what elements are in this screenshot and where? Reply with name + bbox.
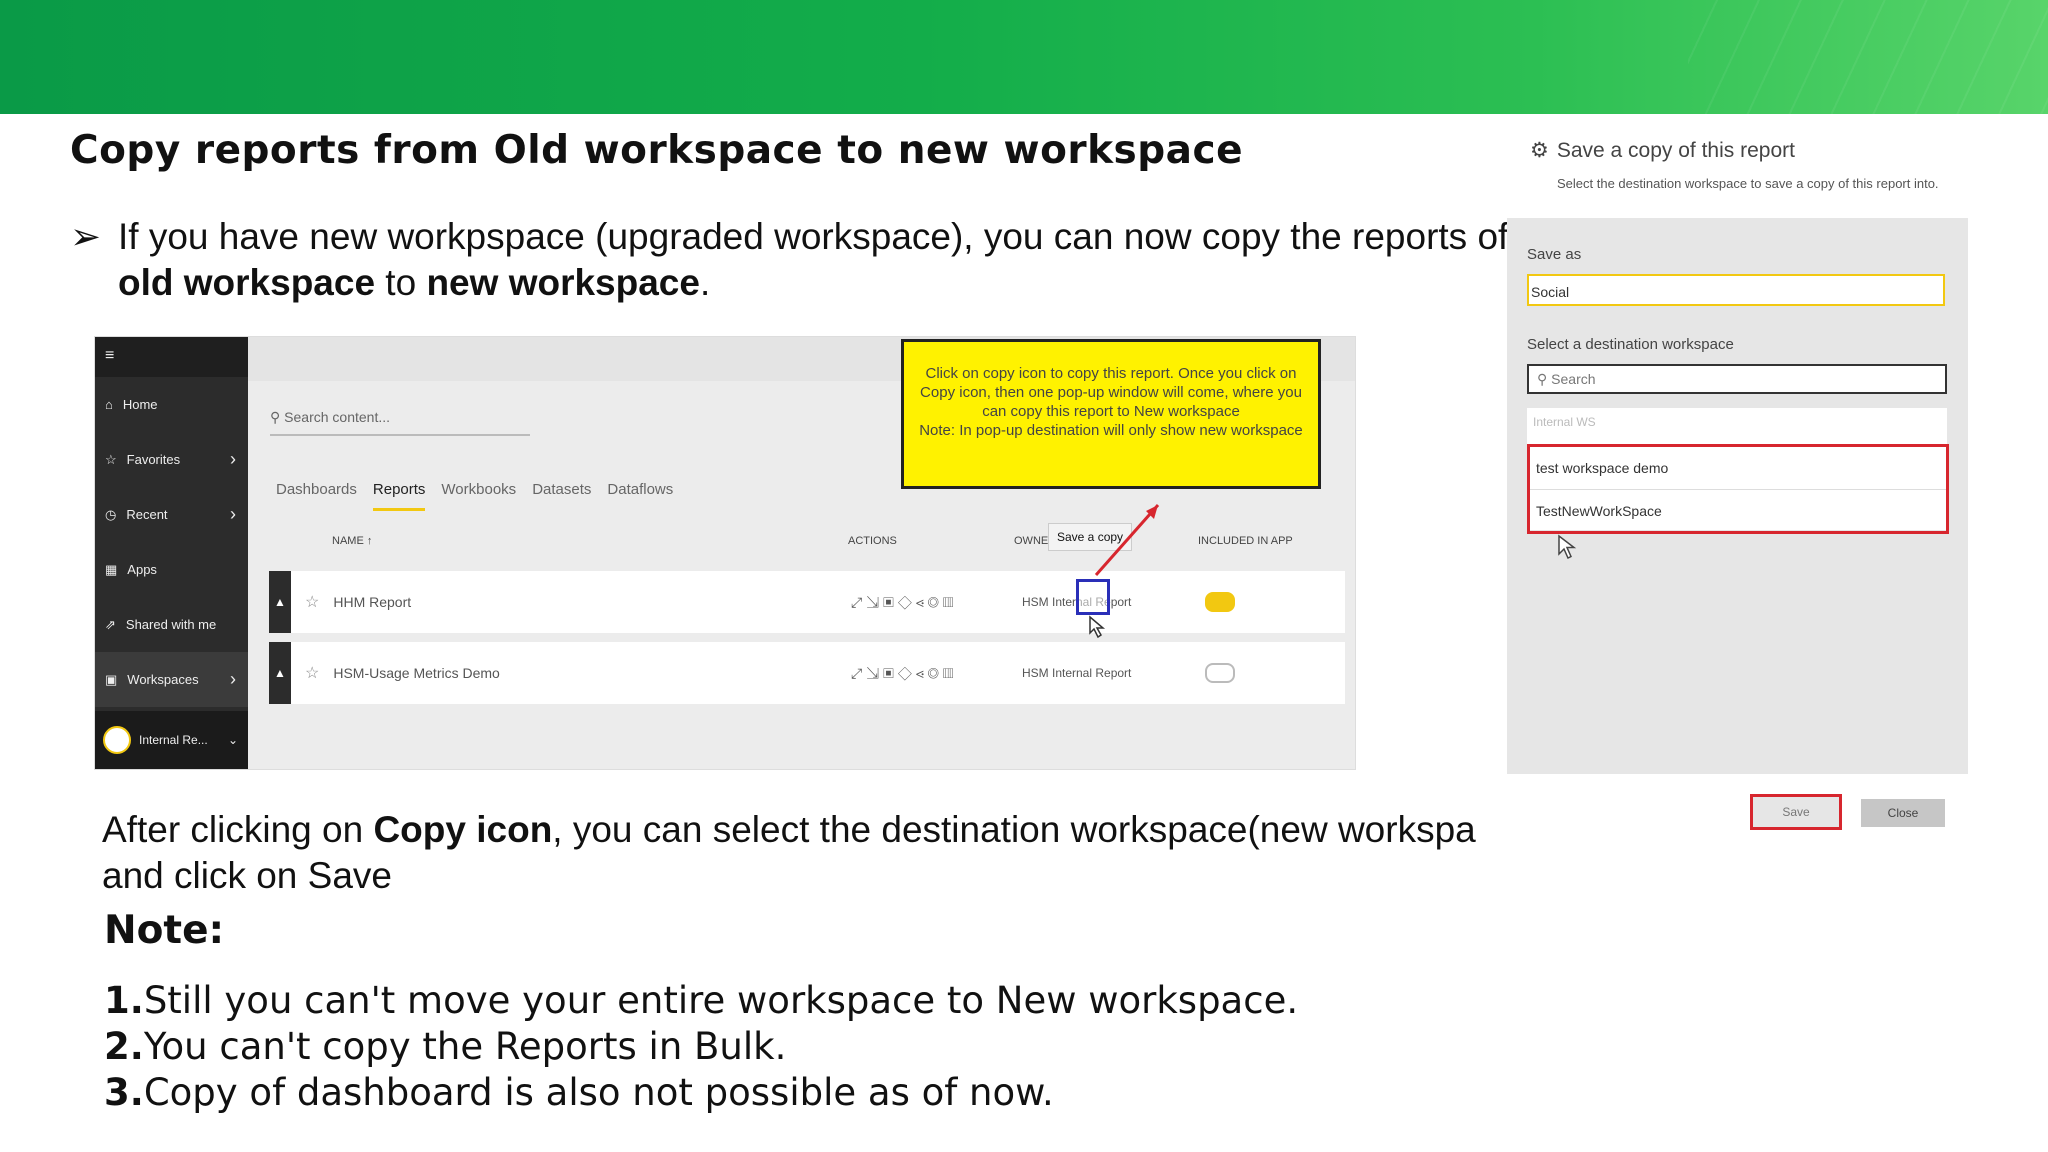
workspace-list: Internal WS test workspace demo TestNewW… <box>1527 408 1949 534</box>
nav-item-favorites[interactable]: ☆ Favorites › <box>95 432 248 487</box>
page-title: Copy reports from Old workspace to new w… <box>70 128 1244 173</box>
highlighted-options: test workspace demo TestNewWorkSpace <box>1527 444 1949 534</box>
apps-icon: ▦ <box>105 561 118 577</box>
chevron-right-icon: › <box>230 449 236 469</box>
mouse-cursor-icon <box>1558 534 1577 560</box>
workspace-icon: ▣ <box>105 671 118 687</box>
nav-item-recent[interactable]: ◷ Recent › <box>95 487 248 542</box>
save-as-label: Save as <box>1527 246 1582 263</box>
after-text: After clicking on Copy icon, you can sel… <box>102 809 1476 896</box>
dialog-title: ⚙ Save a copy of this report <box>1530 138 1795 163</box>
hamburger-icon[interactable]: ≡ <box>95 337 248 375</box>
dialog-subtitle: Select the destination workspace to save… <box>1557 176 1939 191</box>
share-icon: ⇗ <box>105 616 116 632</box>
nav-label: Recent <box>126 507 168 522</box>
nav-item-apps[interactable]: ▦ Apps <box>95 542 248 597</box>
list-item: 1.Still you can't move your entire works… <box>104 979 1299 1022</box>
nav-label: Favorites <box>126 452 181 467</box>
nav-label: Workspaces <box>127 672 199 687</box>
current-workspace[interactable]: Internal Re... ⌄ <box>95 711 248 769</box>
save-as-input[interactable]: Social <box>1527 274 1945 306</box>
workspace-avatar <box>103 726 131 754</box>
home-icon: ⌂ <box>105 397 113 412</box>
intro-text: If you have new workpspace (upgraded wor… <box>118 216 1509 303</box>
search-icon: ⚲ <box>1537 371 1552 387</box>
destination-label: Select a destination workspace <box>1527 336 1734 353</box>
chevron-down-icon: ⌄ <box>227 733 238 747</box>
save-button[interactable]: Save <box>1750 794 1842 830</box>
nav-item-shared[interactable]: ⇗ Shared with me <box>95 597 248 652</box>
workspace-name: Internal Re... <box>139 733 208 747</box>
close-button[interactable]: Close <box>1861 799 1945 827</box>
gear-icon: ⚙ <box>1530 139 1549 162</box>
workspace-option[interactable]: test workspace demo <box>1530 447 1946 489</box>
clock-icon: ◷ <box>105 506 117 522</box>
workspace-screenshot: ≡ ⌂ Home ☆ Favorites › ◷ Recent › ▦ Apps ⇗ Shar… <box>94 336 1356 770</box>
callout-text: Click on copy icon to copy this report. … <box>920 365 1302 420</box>
nav-sidebar: ≡ ⌂ Home ☆ Favorites › ◷ Recent › ▦ Apps ⇗ Shar… <box>95 337 248 769</box>
nav-label: Shared with me <box>125 617 217 632</box>
nav-label: Apps <box>127 562 157 577</box>
intro-bullet: ➢ If you have new workpspace (upgraded w… <box>70 214 1510 306</box>
hamburger-menu[interactable]: ≡ <box>95 337 248 377</box>
callout-note: Note: In pop-up destination will only sh… <box>919 422 1303 439</box>
list-item: 3.Copy of dashboard is also not possible… <box>104 1071 1054 1114</box>
chevron-right-icon: › <box>230 669 236 689</box>
note-label: Note: <box>104 908 225 953</box>
workspace-option[interactable]: TestNewWorkSpace <box>1530 489 1946 532</box>
list-item: 2.You can't copy the Reports in Bulk. <box>104 1025 787 1068</box>
star-icon: ☆ <box>105 451 117 467</box>
save-copy-dialog: Save as Social Select a destination work… <box>1507 218 1968 774</box>
header-banner <box>0 0 2048 114</box>
workspace-search-input[interactable]: ⚲ Search <box>1527 364 1947 394</box>
notes-list: 1.Still you can't move your entire works… <box>104 978 1298 1116</box>
arrow-bullet-icon: ➢ <box>70 216 102 257</box>
nav-item-home[interactable]: ⌂ Home <box>95 377 248 432</box>
nav-item-workspaces[interactable]: ▣ Workspaces › <box>95 652 248 707</box>
chevron-right-icon: › <box>230 504 236 524</box>
list-item[interactable]: Internal WS <box>1527 408 1947 436</box>
nav-label: Home <box>122 397 158 412</box>
instruction-callout: Click on copy icon to copy this report. … <box>901 339 1321 489</box>
